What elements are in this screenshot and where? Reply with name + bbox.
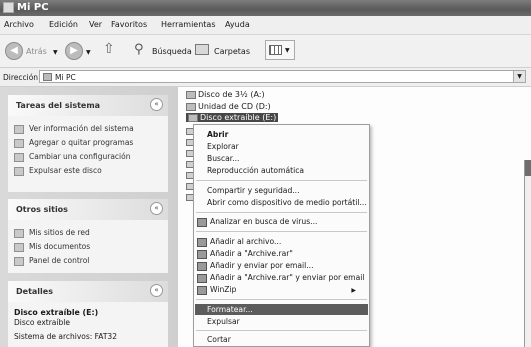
system-tasks-panel: Tareas del sistema « Ver información del… xyxy=(8,95,168,192)
control-panel-icon xyxy=(14,152,24,162)
task-change-setting[interactable]: Cambiar una configuración xyxy=(14,152,130,162)
other-places-panel: Otros sitios « Mis sitios de red Mis doc… xyxy=(8,199,168,273)
winrar-icon xyxy=(197,261,207,271)
task-add-remove-programs[interactable]: Agregar o quitar programas xyxy=(14,138,133,148)
antivirus-icon xyxy=(197,217,207,227)
menu-item-winzip[interactable]: WinZip ▶ xyxy=(197,285,362,295)
drive-floppy[interactable]: Disco de 3½ (A:) xyxy=(186,90,265,99)
menu-item-cut[interactable]: Cortar xyxy=(207,335,231,344)
my-computer-icon xyxy=(3,2,14,13)
collapse-icon[interactable]: « xyxy=(150,98,163,111)
views-button[interactable]: ▼ xyxy=(265,40,295,60)
folders-label: Carpetas xyxy=(214,47,250,56)
winzip-icon xyxy=(197,285,207,295)
menu-edicion[interactable]: Edición xyxy=(49,20,78,29)
menu-separator xyxy=(196,330,367,331)
details-type: Disco extraíble xyxy=(14,318,70,327)
panel-title: Detalles xyxy=(16,287,53,296)
menu-archivo[interactable]: Archivo xyxy=(4,20,34,29)
programs-icon xyxy=(14,138,24,148)
menu-separator xyxy=(196,212,367,213)
menu-item-explore[interactable]: Explorar xyxy=(207,142,239,151)
floppy-icon xyxy=(186,90,196,99)
menu-item-add-archive[interactable]: Añadir al archivo... xyxy=(197,237,281,247)
title-bar: Mi PC xyxy=(0,0,531,16)
menu-separator xyxy=(196,299,367,300)
window-title: Mi PC xyxy=(17,2,49,13)
menu-item-open[interactable]: Abrir xyxy=(207,130,228,139)
address-dropdown-button[interactable]: ▼ xyxy=(513,71,525,82)
menu-ayuda[interactable]: Ayuda xyxy=(225,20,250,29)
menu-bar: Archivo Edición Ver Favoritos Herramient… xyxy=(0,16,531,35)
menu-item-autoplay[interactable]: Reproducción automática xyxy=(207,166,304,175)
menu-item-scan-virus[interactable]: Analizar en busca de virus... xyxy=(197,217,317,227)
search-icon: ⚲ xyxy=(134,42,144,57)
up-folder-button[interactable]: ⇧ xyxy=(103,41,115,57)
eject-icon xyxy=(14,166,24,176)
winrar-icon xyxy=(197,273,207,283)
task-view-system-info[interactable]: Ver información del sistema xyxy=(14,124,134,134)
task-pane: Tareas del sistema « Ver información del… xyxy=(0,87,178,347)
menu-item-share-security[interactable]: Compartir y seguridad... xyxy=(207,186,300,195)
menu-item-add-rar[interactable]: Añadir a "Archive.rar" xyxy=(197,249,293,259)
details-filesystem: Sistema de archivos: FAT32 xyxy=(14,332,117,341)
details-header[interactable]: Detalles « xyxy=(8,281,168,302)
task-eject-disk[interactable]: Expulsar este disco xyxy=(14,166,102,176)
background-window-title xyxy=(525,160,531,176)
menu-favoritos[interactable]: Favoritos xyxy=(111,20,147,29)
network-icon xyxy=(14,228,24,238)
menu-separator xyxy=(196,231,367,232)
toolbar: ◀ Atrás ▼ ▶ ▼ ⇧ ⚲ Búsqueda Carpetas ▼ xyxy=(0,35,531,68)
menu-item-add-email[interactable]: Añadir y enviar por email... xyxy=(197,261,314,271)
menu-item-add-rar-email[interactable]: Añadir a "Archive.rar" y enviar por emai… xyxy=(197,273,364,283)
cd-drive-icon xyxy=(186,102,196,111)
chevron-down-icon: ▼ xyxy=(86,49,91,56)
menu-item-eject[interactable]: Expulsar xyxy=(207,317,240,326)
details-panel: Detalles « Disco extraíble (E:) Disco ex… xyxy=(8,281,168,347)
context-menu: Abrir Explorar Buscar... Reproducción au… xyxy=(193,124,370,347)
chevron-down-icon: ▼ xyxy=(285,47,290,54)
control-panel-icon xyxy=(14,256,24,266)
address-field[interactable]: Mi PC ▼ xyxy=(39,70,526,83)
place-control-panel[interactable]: Panel de control xyxy=(14,256,89,266)
menu-item-format[interactable]: Formatear... xyxy=(207,305,253,314)
menu-separator xyxy=(196,180,367,181)
submenu-arrow-icon: ▶ xyxy=(351,287,356,294)
panel-title: Tareas del sistema xyxy=(16,101,101,110)
winrar-icon xyxy=(197,237,207,247)
winrar-icon xyxy=(197,249,207,259)
drive-cd[interactable]: Unidad de CD (D:) xyxy=(186,102,271,111)
menu-ver[interactable]: Ver xyxy=(89,20,102,29)
place-network[interactable]: Mis sitios de red xyxy=(14,228,90,238)
my-computer-icon xyxy=(43,73,52,81)
background-window xyxy=(524,160,531,347)
collapse-icon[interactable]: « xyxy=(150,284,163,297)
drive-removable-selected[interactable]: Disco extraíble (E:) xyxy=(186,113,279,122)
menu-herramientas[interactable]: Herramientas xyxy=(161,20,216,29)
chevron-down-icon: ▼ xyxy=(53,49,58,56)
details-name: Disco extraíble (E:) xyxy=(14,308,99,317)
search-label: Búsqueda xyxy=(152,47,192,56)
documents-icon xyxy=(14,242,24,252)
info-icon xyxy=(14,124,24,134)
removable-disk-icon xyxy=(188,113,198,122)
views-icon xyxy=(269,45,282,55)
back-label: Atrás xyxy=(26,47,47,56)
address-label: Dirección xyxy=(3,73,39,82)
system-tasks-header[interactable]: Tareas del sistema « xyxy=(8,95,168,116)
folders-icon xyxy=(195,44,209,55)
panel-title: Otros sitios xyxy=(16,205,68,214)
other-places-header[interactable]: Otros sitios « xyxy=(8,199,168,220)
place-documents[interactable]: Mis documentos xyxy=(14,242,90,252)
address-bar: Dirección Mi PC ▼ xyxy=(0,68,531,87)
forward-arrow-icon: ▶ xyxy=(65,42,83,60)
back-arrow-icon: ◀ xyxy=(5,42,23,60)
menu-item-search[interactable]: Buscar... xyxy=(207,154,239,163)
address-value: Mi PC xyxy=(55,73,76,82)
collapse-icon[interactable]: « xyxy=(150,202,163,215)
menu-item-open-portable[interactable]: Abrir como dispositivo de medio portátil… xyxy=(207,198,367,207)
